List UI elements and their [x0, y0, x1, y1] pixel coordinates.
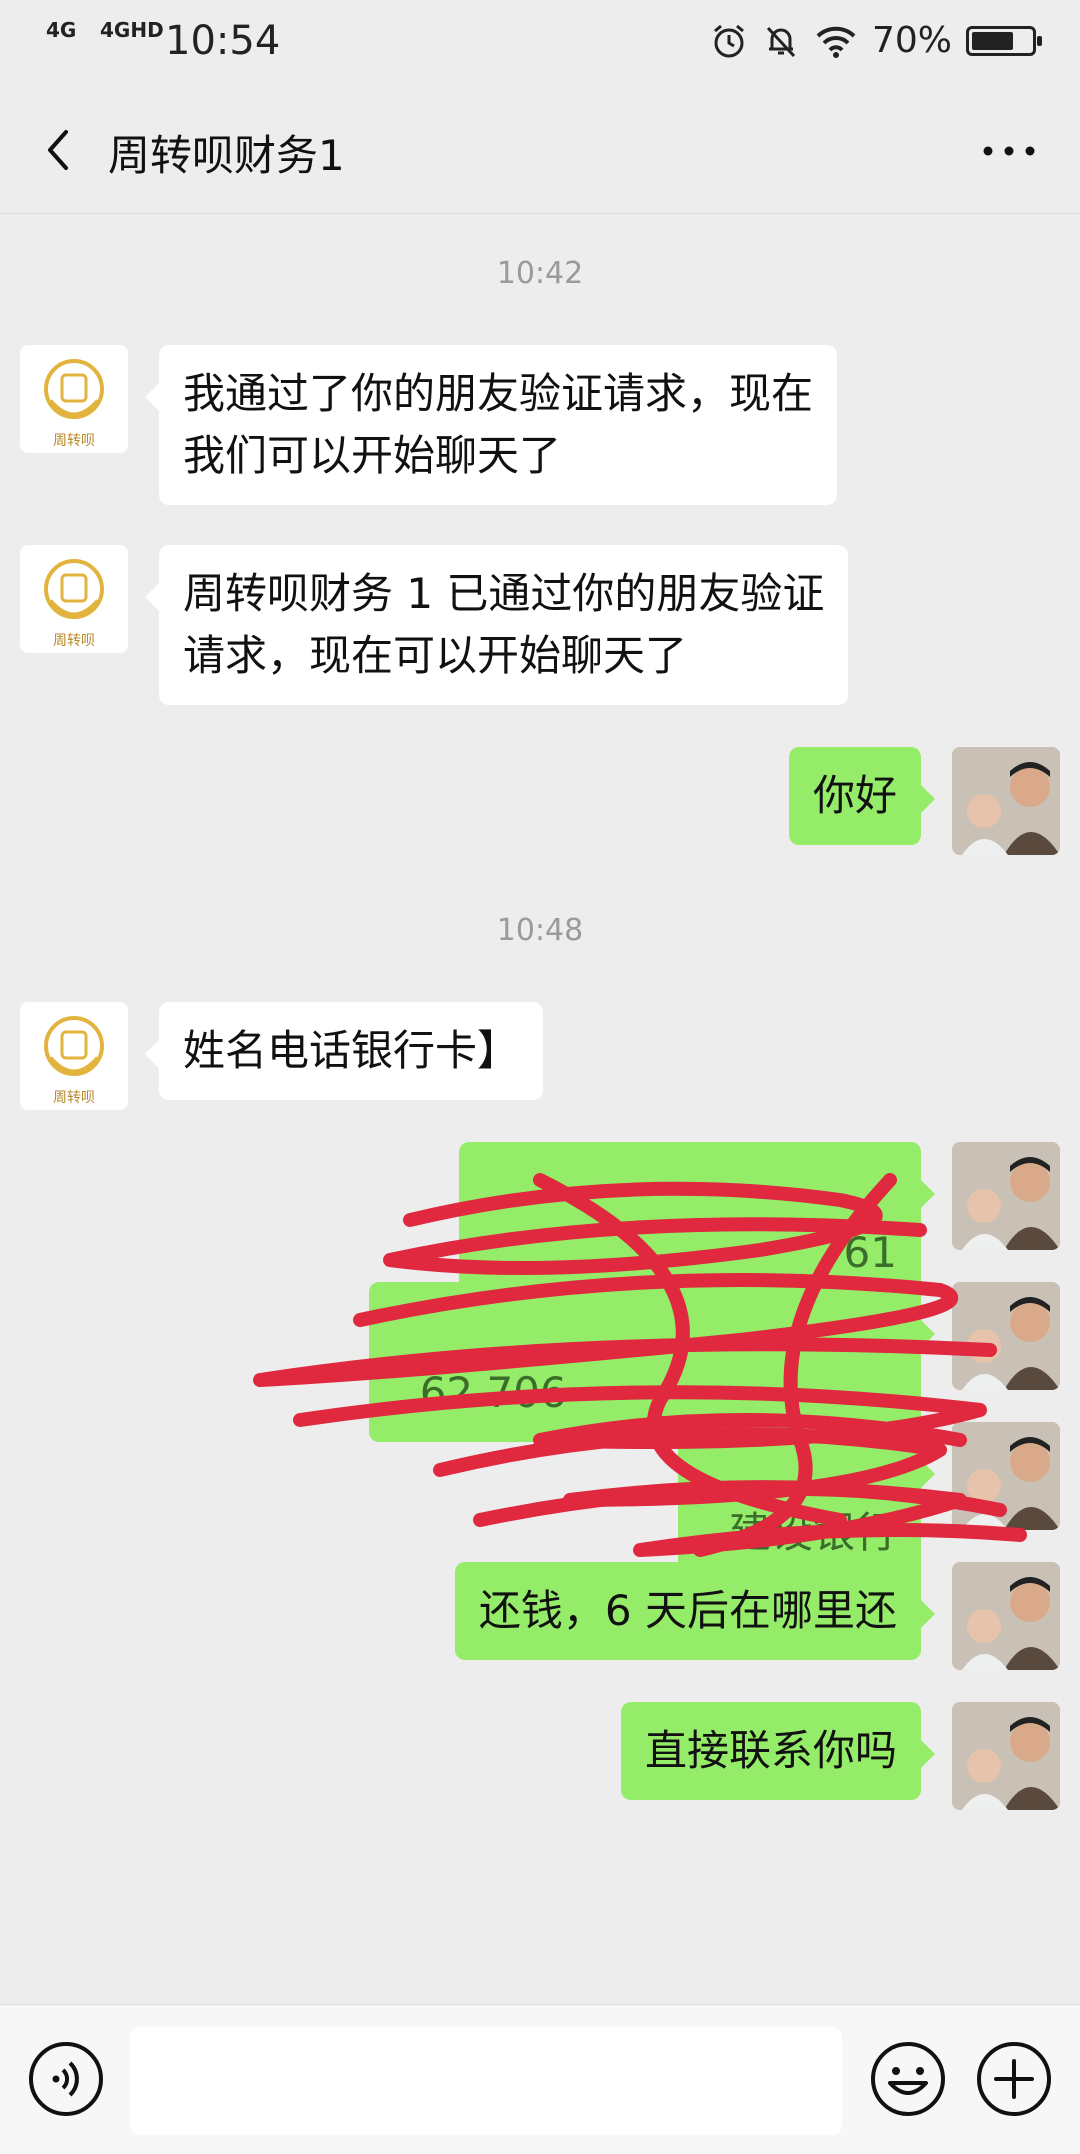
- message-bubble-in[interactable]: 周转呗财务 1 已通过你的朋友验证 请求，现在可以开始聊天了: [144, 545, 849, 705]
- timestamp: 10:48: [496, 913, 584, 948]
- contact-avatar[interactable]: 周转呗: [20, 345, 128, 453]
- alarm-icon: [714, 24, 744, 57]
- contact-avatar[interactable]: 周转呗: [20, 545, 128, 653]
- message-bubble-in[interactable]: 我通过了你的朋友验证请求，现在 我们可以开始聊天了: [144, 345, 838, 505]
- contact-logo-text: 周转呗: [53, 433, 95, 449]
- network-indicator-2: 4GHD: [100, 18, 164, 42]
- user-avatar[interactable]: [952, 747, 1060, 855]
- more-options-icon[interactable]: [974, 126, 1044, 176]
- redaction-scribble: [253, 1173, 1027, 1557]
- plus-icon[interactable]: [974, 2039, 1054, 2119]
- battery-percent: 70%: [871, 20, 952, 61]
- message-bubble-out[interactable]: 还钱，6 天后在哪里还: [454, 1562, 936, 1660]
- contact-logo-text: 周转呗: [53, 633, 95, 649]
- status-bar: 4G 4GHD 10:54 70%: [0, 0, 1080, 86]
- back-arrow-icon[interactable]: [30, 120, 90, 180]
- user-photo-icon: [952, 1702, 1060, 1810]
- network-indicator-1: 4G: [46, 18, 77, 42]
- chat-title: 周转呗财务1: [108, 131, 345, 180]
- battery-fill: [972, 31, 1013, 50]
- contact-avatar[interactable]: 周转呗: [20, 1002, 128, 1110]
- mute-bell-icon: [766, 26, 796, 57]
- user-photo-icon: [952, 1562, 1060, 1670]
- chat-header: 周转呗财务1: [0, 86, 1080, 214]
- contact-logo-icon: 周转呗: [44, 559, 104, 649]
- wifi-icon: [816, 26, 856, 58]
- user-photo-icon: [952, 747, 1060, 855]
- message-input[interactable]: [130, 2027, 842, 2135]
- contact-logo-icon: 周转呗: [44, 1016, 104, 1106]
- contact-logo-text: 周转呗: [53, 1090, 95, 1106]
- voice-input-icon[interactable]: [26, 2039, 106, 2119]
- input-bar: [0, 2004, 1080, 2154]
- emoji-icon[interactable]: [868, 2039, 948, 2119]
- contact-logo-icon: 周转呗: [44, 359, 104, 449]
- timestamp: 10:42: [496, 256, 584, 291]
- user-avatar[interactable]: [952, 1702, 1060, 1810]
- message-bubble-out[interactable]: 你好: [788, 747, 936, 845]
- message-bubble-in[interactable]: 姓名电话银行卡】: [144, 1002, 544, 1100]
- status-time: 10:54: [165, 18, 281, 64]
- status-right: 70%: [710, 20, 1042, 61]
- user-avatar[interactable]: [952, 1562, 1060, 1670]
- message-bubble-out[interactable]: 直接联系你吗: [620, 1702, 936, 1800]
- battery-icon: [966, 25, 1042, 56]
